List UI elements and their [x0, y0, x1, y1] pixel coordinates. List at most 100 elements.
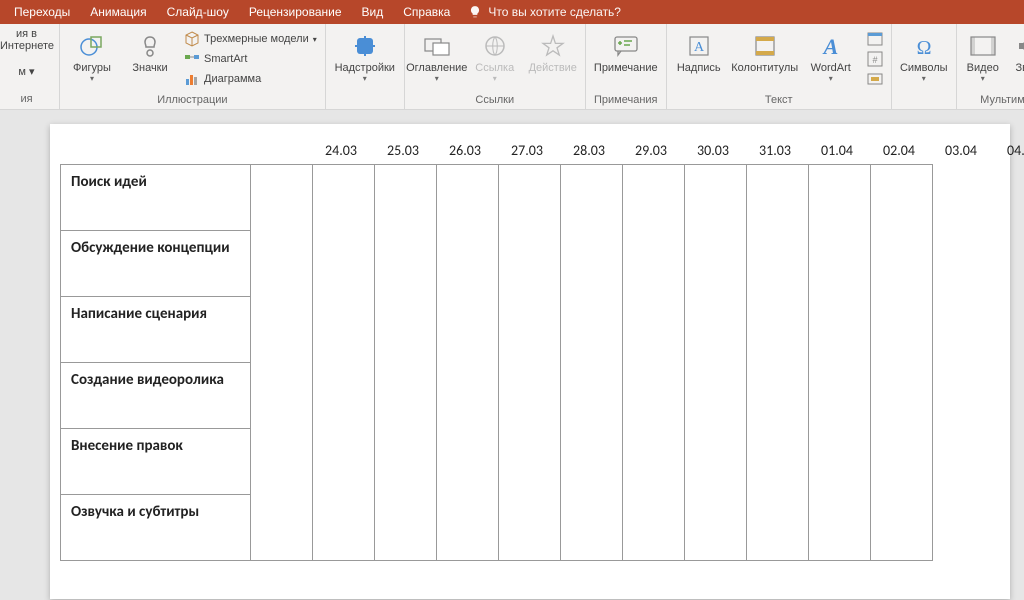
- textbox-icon: A: [685, 32, 713, 60]
- day-cell[interactable]: [313, 165, 375, 561]
- day-cell[interactable]: [747, 165, 809, 561]
- svg-text:A: A: [821, 34, 838, 58]
- date-header: 25.03: [372, 142, 434, 159]
- day-cell[interactable]: [499, 165, 561, 561]
- day-cell[interactable]: [561, 165, 623, 561]
- date-header: 04.04: [992, 142, 1024, 159]
- group-label-symbols: [896, 103, 952, 107]
- slide-canvas: 24.03 25.03 26.03 27.03 28.03 29.03 30.0…: [0, 110, 1024, 600]
- tab-slideshow[interactable]: Слайд-шоу: [157, 1, 239, 23]
- chart-icon: [184, 71, 200, 87]
- ribbon-group-text: A Надпись Колонтитулы A WordArt ▾ #: [667, 24, 892, 109]
- group-label-addins: [330, 103, 400, 107]
- task-name-cell[interactable]: Написание сценария: [61, 297, 251, 363]
- tab-animation[interactable]: Анимация: [80, 1, 156, 23]
- date-header: 29.03: [620, 142, 682, 159]
- online-pictures-button[interactable]: ия в Интернете: [0, 28, 53, 52]
- headerfooter-icon: [751, 32, 779, 60]
- comment-button[interactable]: Примечание: [590, 28, 662, 92]
- date-header: 28.03: [558, 142, 620, 159]
- ribbon-group-comments: Примечание Примечания: [586, 24, 667, 109]
- group-label-illustrations: Иллюстрации: [64, 92, 321, 108]
- tell-me-text: Что вы хотите сделать?: [488, 5, 621, 19]
- date-header: 01.04: [806, 142, 868, 159]
- day-cell[interactable]: [375, 165, 437, 561]
- day-cell[interactable]: [623, 165, 685, 561]
- ribbon: ия в Интернете м ▾ ия Фигуры ▾ Значки: [0, 24, 1024, 110]
- svg-text:Ω: Ω: [916, 37, 931, 58]
- object-icon: [867, 71, 883, 87]
- addins-button[interactable]: Надстройки ▾: [330, 28, 400, 92]
- shapes-button[interactable]: Фигуры ▾: [64, 28, 120, 92]
- day-cell[interactable]: [251, 165, 313, 561]
- date-header: 31.03: [744, 142, 806, 159]
- date-header: 30.03: [682, 142, 744, 159]
- addins-icon: [351, 32, 379, 60]
- smartart-button[interactable]: SmartArt: [180, 50, 321, 68]
- slide-number-button[interactable]: #: [863, 50, 887, 68]
- audio-button[interactable]: Звук ▾: [1007, 28, 1024, 92]
- group-label-media: Мультимедиа: [961, 92, 1024, 108]
- date-header: 24.03: [310, 142, 372, 159]
- comment-icon: [612, 32, 640, 60]
- ribbon-group-partial: ия в Интернете м ▾ ия: [0, 24, 60, 109]
- task-name-cell[interactable]: Создание видеоролика: [61, 363, 251, 429]
- action-icon: [539, 32, 567, 60]
- action-button[interactable]: Действие: [525, 28, 581, 92]
- table-row[interactable]: Поиск идей: [61, 165, 933, 231]
- video-button[interactable]: Видео ▾: [961, 28, 1005, 92]
- icons-icon: [136, 32, 164, 60]
- day-cell[interactable]: [437, 165, 499, 561]
- group-label-comments: Примечания: [590, 92, 662, 108]
- chart-button[interactable]: Диаграмма: [180, 70, 321, 88]
- smartart-icon: [184, 51, 200, 67]
- omega-icon: Ω: [910, 32, 938, 60]
- tell-me-search[interactable]: Что вы хотите сделать?: [468, 5, 621, 19]
- ribbon-group-illustrations: Фигуры ▾ Значки Трехмерные модели ▾ Smar…: [60, 24, 326, 109]
- partial-button[interactable]: м ▾: [0, 65, 53, 78]
- tab-view[interactable]: Вид: [352, 1, 394, 23]
- number-icon: #: [867, 51, 883, 67]
- task-name-cell[interactable]: Обсуждение концепции: [61, 231, 251, 297]
- date-time-button[interactable]: [863, 30, 887, 48]
- ribbon-tabs: Переходы Анимация Слайд-шоу Рецензирован…: [0, 0, 1024, 24]
- date-header: 26.03: [434, 142, 496, 159]
- video-icon: [969, 32, 997, 60]
- headerfooter-button[interactable]: Колонтитулы: [729, 28, 801, 92]
- link-button[interactable]: Ссылка ▾: [467, 28, 523, 92]
- icons-button[interactable]: Значки: [122, 28, 178, 92]
- ribbon-group-addins: Надстройки ▾: [326, 24, 405, 109]
- tab-review[interactable]: Рецензирование: [239, 1, 352, 23]
- day-cell[interactable]: [809, 165, 871, 561]
- shapes-icon: [78, 32, 106, 60]
- date-headers: 24.03 25.03 26.03 27.03 28.03 29.03 30.0…: [310, 142, 1024, 159]
- zoom-button[interactable]: Оглавление ▾: [409, 28, 465, 92]
- task-name-cell[interactable]: Поиск идей: [61, 165, 251, 231]
- link-icon: [481, 32, 509, 60]
- day-cell[interactable]: [685, 165, 747, 561]
- slide[interactable]: 24.03 25.03 26.03 27.03 28.03 29.03 30.0…: [50, 124, 1010, 599]
- date-icon: [867, 31, 883, 47]
- date-header: 02.04: [868, 142, 930, 159]
- ribbon-group-links: Оглавление ▾ Ссылка ▾ Действие Ссылки: [405, 24, 586, 109]
- task-name-cell[interactable]: Внесение правок: [61, 429, 251, 495]
- 3d-models-button[interactable]: Трехмерные модели ▾: [180, 30, 321, 48]
- group-label-text: Текст: [671, 92, 887, 108]
- ribbon-group-media: Видео ▾ Звук ▾ За Мультимедиа: [957, 24, 1024, 109]
- cube-icon: [184, 31, 200, 47]
- wordart-button[interactable]: A WordArt ▾: [803, 28, 859, 92]
- group-label-links: Ссылки: [409, 92, 581, 108]
- wordart-icon: A: [817, 32, 845, 60]
- date-header: 03.04: [930, 142, 992, 159]
- textbox-button[interactable]: A Надпись: [671, 28, 727, 92]
- task-name-cell[interactable]: Озвучка и субтитры: [61, 495, 251, 561]
- object-button[interactable]: [863, 70, 887, 88]
- symbols-button[interactable]: Ω Символы ▾: [896, 28, 952, 92]
- svg-text:#: #: [872, 55, 877, 65]
- tab-transitions[interactable]: Переходы: [4, 1, 80, 23]
- svg-text:A: A: [694, 40, 705, 55]
- day-cell[interactable]: [871, 165, 933, 561]
- tab-help[interactable]: Справка: [393, 1, 460, 23]
- zoom-icon: [423, 32, 451, 60]
- gantt-table[interactable]: Поиск идей Обсуждение концепции Написани…: [60, 164, 933, 561]
